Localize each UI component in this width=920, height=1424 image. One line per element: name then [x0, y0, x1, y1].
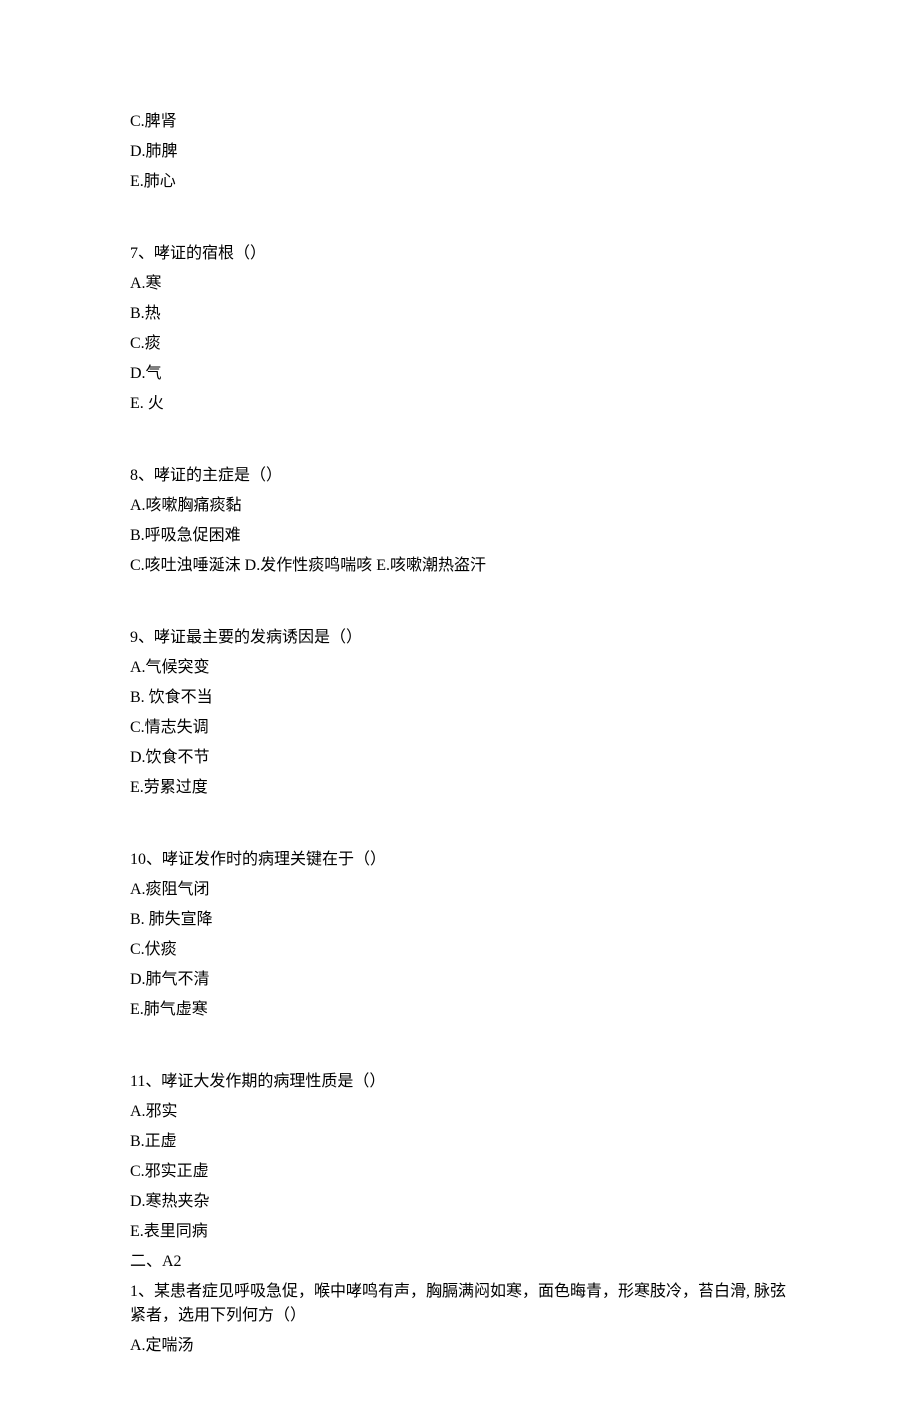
option-c: C.痰: [130, 332, 790, 356]
option-d: D.肺气不清: [130, 968, 790, 992]
option-a: A.寒: [130, 272, 790, 296]
option-d: D.饮食不节: [130, 746, 790, 770]
option-e: E. 火: [130, 392, 790, 416]
option-b: B.正虚: [130, 1130, 790, 1154]
question-stem: 10、哮证发作时的病理关键在于（）: [130, 848, 790, 872]
option-a: A.气候突变: [130, 656, 790, 680]
option-d: D.肺脾: [130, 140, 790, 164]
option-b: B.热: [130, 302, 790, 326]
question-stem: 11、哮证大发作期的病理性质是（）: [130, 1070, 790, 1094]
question-stem: 7、哮证的宿根（）: [130, 242, 790, 266]
option-e: E.劳累过度: [130, 776, 790, 800]
option-c: C.伏痰: [130, 938, 790, 962]
option-b: B.呼吸急促困难: [130, 524, 790, 548]
question-7: 7、哮证的宿根（） A.寒 B.热 C.痰 D.气 E. 火: [130, 242, 790, 416]
question-10: 10、哮证发作时的病理关键在于（） A.痰阻气闭 B. 肺失宣降 C.伏痰 D.…: [130, 848, 790, 1022]
question-11: 11、哮证大发作期的病理性质是（） A.邪实 B.正虚 C.邪实正虚 D.寒热夹…: [130, 1070, 790, 1244]
option-d: D.寒热夹杂: [130, 1190, 790, 1214]
option-a: A.邪实: [130, 1100, 790, 1124]
option-c: C.脾肾: [130, 110, 790, 134]
question-stem: 1、某患者症见呼吸急促，喉中哮鸣有声，胸膈满闷如寒，面色晦青，形寒肢冷，苔白滑,…: [130, 1280, 790, 1328]
option-a: A.定喘汤: [130, 1334, 790, 1358]
option-c: C.邪实正虚: [130, 1160, 790, 1184]
option-e: E.肺气虚寒: [130, 998, 790, 1022]
question-stem: 8、哮证的主症是（）: [130, 464, 790, 488]
intro-options-block: C.脾肾 D.肺脾 E.肺心: [130, 110, 790, 194]
option-b: B. 肺失宣降: [130, 908, 790, 932]
option-e: E.肺心: [130, 170, 790, 194]
option-a: A.咳嗽胸痛痰黏: [130, 494, 790, 518]
option-a: A.痰阻气闭: [130, 878, 790, 902]
question-8: 8、哮证的主症是（） A.咳嗽胸痛痰黏 B.呼吸急促困难 C.咳吐浊唾涎沫 D.…: [130, 464, 790, 578]
option-d: D.气: [130, 362, 790, 386]
option-b: B. 饮食不当: [130, 686, 790, 710]
section-2: 二、A2 1、某患者症见呼吸急促，喉中哮鸣有声，胸膈满闷如寒，面色晦青，形寒肢冷…: [130, 1250, 790, 1358]
option-c: C.情志失调: [130, 716, 790, 740]
question-9: 9、哮证最主要的发病诱因是（） A.气候突变 B. 饮食不当 C.情志失调 D.…: [130, 626, 790, 800]
option-cde: C.咳吐浊唾涎沫 D.发作性痰鸣喘咳 E.咳嗽潮热盗汗: [130, 554, 790, 578]
section-heading: 二、A2: [130, 1250, 790, 1274]
option-e: E.表里同病: [130, 1220, 790, 1244]
question-stem: 9、哮证最主要的发病诱因是（）: [130, 626, 790, 650]
